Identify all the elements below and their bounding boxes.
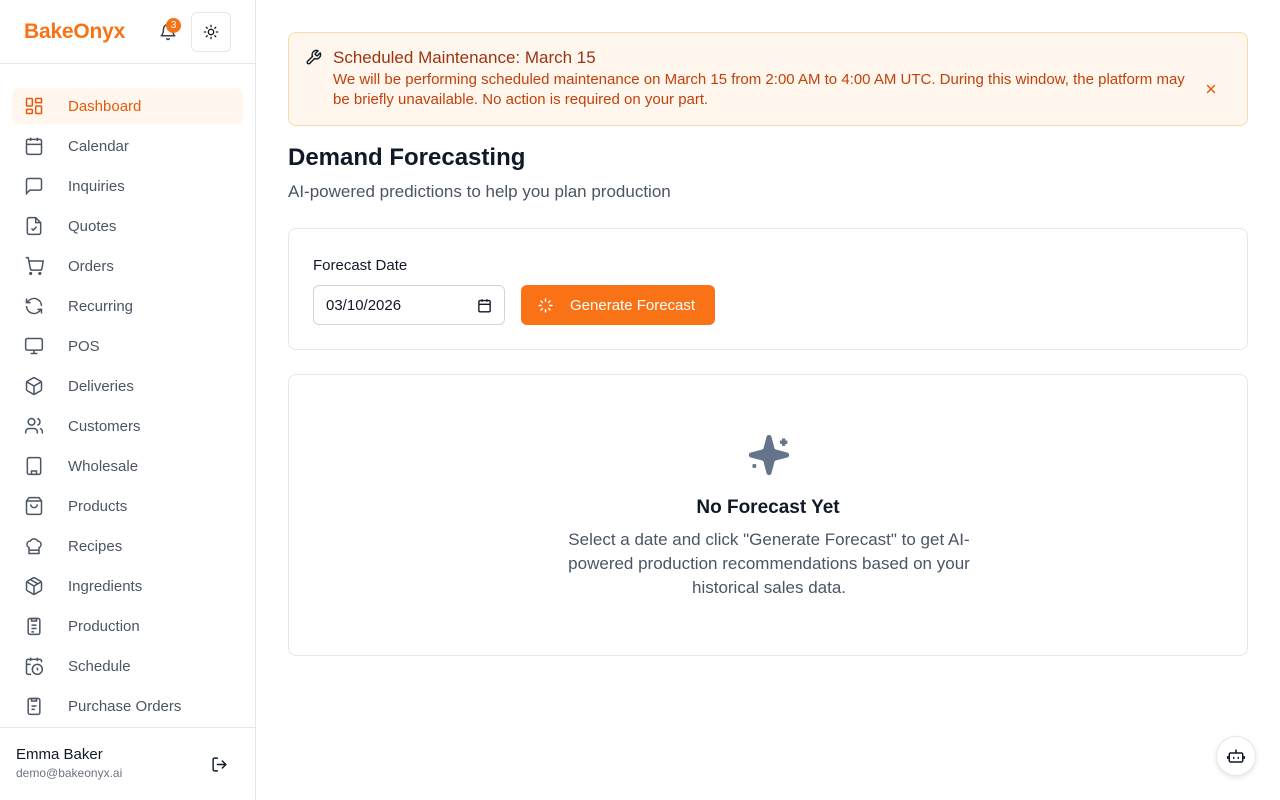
sidebar-item-customers[interactable]: Customers bbox=[12, 408, 243, 444]
forecast-date-input[interactable]: 03/10/2026 bbox=[313, 285, 505, 325]
sidebar-item-label: Recipes bbox=[68, 537, 123, 555]
wrench-icon bbox=[305, 49, 322, 71]
empty-state-title: No Forecast Yet bbox=[696, 497, 840, 518]
logout-button[interactable] bbox=[207, 752, 231, 776]
sun-icon bbox=[203, 24, 219, 40]
user-name: Emma Baker bbox=[16, 746, 103, 763]
banner-close-button[interactable] bbox=[1201, 79, 1221, 99]
sidebar-item-quotes[interactable]: Quotes bbox=[12, 208, 243, 244]
sidebar-item-pos[interactable]: POS bbox=[12, 328, 243, 364]
sidebar-item-label: Recurring bbox=[68, 297, 134, 315]
generate-forecast-button[interactable]: Generate Forecast bbox=[521, 285, 715, 325]
empty-state-card: No Forecast Yet Select a date and click … bbox=[288, 374, 1248, 656]
empty-state-text: Select a date and click "Generate Foreca… bbox=[568, 530, 970, 597]
sidebar-nav: Dashboard Calendar Inquiries Quotes Orde… bbox=[12, 88, 243, 728]
sidebar-item-orders[interactable]: Orders bbox=[12, 248, 243, 284]
logout-icon bbox=[211, 756, 227, 772]
sidebar-item-dashboard[interactable]: Dashboard bbox=[12, 88, 243, 124]
package-icon bbox=[24, 376, 44, 396]
calendar-picker-icon[interactable] bbox=[477, 298, 492, 313]
sidebar-item-label: Customers bbox=[68, 417, 141, 435]
sidebar-item-label: Deliveries bbox=[68, 377, 134, 395]
box-icon bbox=[24, 576, 44, 596]
sidebar-item-ingredients[interactable]: Ingredients bbox=[12, 568, 243, 604]
sidebar-item-products[interactable]: Products bbox=[12, 488, 243, 524]
building-icon bbox=[24, 456, 44, 476]
close-icon bbox=[1206, 84, 1216, 94]
users-icon bbox=[24, 416, 44, 436]
sidebar-item-label: Dashboard bbox=[68, 97, 142, 115]
sidebar-item-recurring[interactable]: Recurring bbox=[12, 288, 243, 324]
clipboard-icon bbox=[24, 696, 44, 716]
assistant-button[interactable] bbox=[1216, 736, 1256, 776]
notification-badge: 3 bbox=[166, 18, 181, 33]
sparkles-icon bbox=[537, 297, 554, 314]
sidebar-item-label: Orders bbox=[68, 257, 114, 275]
clipboard-list-icon bbox=[24, 616, 44, 636]
sidebar-item-schedule[interactable]: Schedule bbox=[12, 648, 243, 684]
banner-title: Scheduled Maintenance: March 15 bbox=[333, 48, 596, 67]
sidebar-item-calendar[interactable]: Calendar bbox=[12, 128, 243, 164]
sidebar-item-purchase-orders[interactable]: Purchase Orders bbox=[12, 688, 243, 724]
sidebar-item-label: POS bbox=[68, 337, 100, 355]
forecast-form-card: Forecast Date 03/10/2026 Generate Foreca… bbox=[288, 228, 1248, 350]
main-content: Scheduled Maintenance: March 15 We will … bbox=[288, 32, 1248, 656]
sidebar-item-label: Products bbox=[68, 497, 128, 515]
calendar-icon bbox=[24, 136, 44, 156]
sidebar-item-production[interactable]: Production bbox=[12, 608, 243, 644]
sidebar-item-label: Wholesale bbox=[68, 457, 139, 475]
sidebar-item-label: Calendar bbox=[68, 137, 129, 155]
sparkles-icon bbox=[747, 433, 791, 482]
sidebar-header: BakeOnyx 3 bbox=[0, 0, 255, 64]
bot-icon bbox=[1227, 749, 1245, 763]
forecast-date-label: Forecast Date bbox=[313, 257, 408, 274]
monitor-icon bbox=[24, 336, 44, 356]
file-check-icon bbox=[24, 216, 44, 236]
sidebar-item-label: Ingredients bbox=[68, 577, 143, 595]
sidebar-item-recipes[interactable]: Recipes bbox=[12, 528, 243, 564]
sidebar-item-label: Purchase Orders bbox=[68, 697, 182, 715]
sidebar-item-label: Schedule bbox=[68, 657, 131, 675]
forecast-date-value: 03/10/2026 bbox=[326, 296, 402, 314]
dashboard-icon bbox=[24, 96, 44, 116]
cart-icon bbox=[24, 256, 44, 276]
user-panel: Emma Baker demo@bakeonyx.ai bbox=[0, 727, 255, 800]
page-title: Demand Forecasting bbox=[288, 144, 526, 171]
sidebar-item-label: Inquiries bbox=[68, 177, 125, 195]
message-icon bbox=[24, 176, 44, 196]
sidebar: BakeOnyx 3 Dashboard Calendar Inquiries … bbox=[0, 0, 256, 800]
sidebar-item-inquiries[interactable]: Inquiries bbox=[12, 168, 243, 204]
banner-text: We will be performing scheduled maintena… bbox=[333, 71, 1185, 108]
sidebar-item-wholesale[interactable]: Wholesale bbox=[12, 448, 243, 484]
chef-hat-icon bbox=[24, 536, 44, 556]
sidebar-item-label: Quotes bbox=[68, 217, 117, 235]
sidebar-item-label: Production bbox=[68, 617, 140, 635]
sidebar-item-deliveries[interactable]: Deliveries bbox=[12, 368, 243, 404]
maintenance-banner: Scheduled Maintenance: March 15 We will … bbox=[288, 32, 1248, 126]
shopping-bag-icon bbox=[24, 496, 44, 516]
calendar-clock-icon bbox=[24, 656, 44, 676]
user-email: demo@bakeonyx.ai bbox=[16, 766, 123, 780]
refresh-icon bbox=[24, 296, 44, 316]
page-subtitle: AI-powered predictions to help you plan … bbox=[288, 182, 671, 201]
generate-forecast-label: Generate Forecast bbox=[570, 296, 696, 314]
brand-logo[interactable]: BakeOnyx bbox=[24, 20, 125, 44]
theme-toggle-button[interactable] bbox=[191, 12, 231, 52]
